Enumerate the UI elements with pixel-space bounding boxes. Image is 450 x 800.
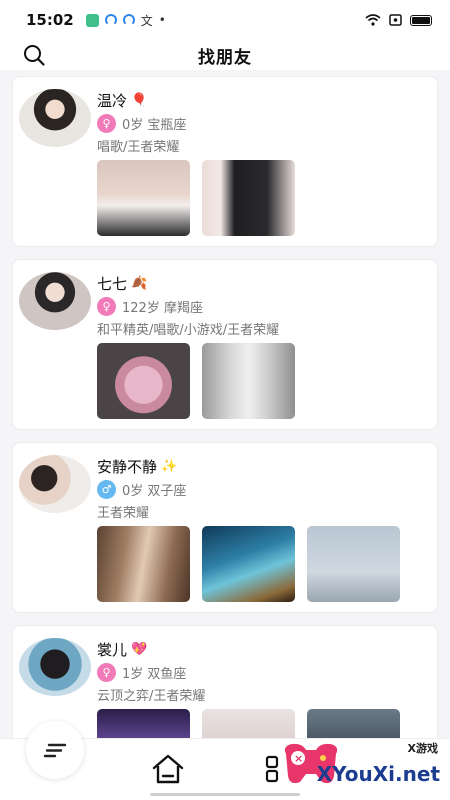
user-name: 温冷 [97, 91, 128, 110]
user-photo[interactable] [307, 526, 400, 602]
translate-icon: 文 [140, 13, 153, 28]
app-screen: 15:02 文 • 找朋友 温冷 🎈 ♀ 0岁 宝瓶座 唱歌/王者荣耀 七七 🍂… [0, 0, 450, 800]
male-icon: ♂ [97, 479, 116, 499]
sync-icon-2 [122, 14, 135, 26]
user-photo[interactable] [202, 526, 295, 602]
user-photo[interactable] [307, 709, 400, 738]
page-title: 找朋友 [198, 47, 252, 68]
svg-text:×: × [294, 752, 303, 765]
user-card[interactable]: 安静不静 ✨ ♂ 0岁 双子座 王者荣耀 [12, 442, 438, 613]
user-photo[interactable] [202, 160, 295, 236]
more-dot-icon: • [158, 13, 166, 27]
balloon-icon: 🎈 [131, 92, 148, 108]
user-photo[interactable] [97, 160, 190, 236]
user-card[interactable]: 温冷 🎈 ♀ 0岁 宝瓶座 唱歌/王者荣耀 [12, 76, 438, 247]
sort-button[interactable] [26, 721, 84, 779]
avatar[interactable] [19, 272, 91, 330]
user-name: 安静不静 [97, 457, 158, 476]
sync-icon [104, 14, 117, 26]
watermark-logo: × X游戏 XYouXi.net [276, 736, 444, 794]
search-icon[interactable] [22, 43, 46, 67]
user-photo[interactable] [97, 709, 190, 738]
home-icon[interactable] [150, 753, 186, 785]
user-photo[interactable] [202, 709, 295, 738]
screen-record-icon [389, 14, 402, 26]
age-zodiac: 122岁 摩羯座 [122, 300, 203, 316]
photo-row [97, 526, 425, 602]
status-time: 15:02 [26, 11, 74, 29]
user-photo[interactable] [97, 343, 190, 419]
interest-tags: 王者荣耀 [97, 506, 150, 521]
age-zodiac: 1岁 双鱼座 [122, 666, 187, 682]
interest-tags: 云顶之弈/王者荣耀 [97, 689, 206, 704]
user-list[interactable]: 温冷 🎈 ♀ 0岁 宝瓶座 唱歌/王者荣耀 七七 🍂 ♀ 122岁 摩羯座 和平… [0, 76, 450, 738]
user-card[interactable]: 七七 🍂 ♀ 122岁 摩羯座 和平精英/唱歌/小游戏/王者荣耀 [12, 259, 438, 430]
photo-row [97, 343, 425, 419]
avatar[interactable] [19, 455, 91, 513]
female-icon: ♀ [97, 662, 116, 682]
user-photo[interactable] [97, 526, 190, 602]
app-notification-icon [85, 13, 99, 27]
top-nav: 找朋友 [0, 40, 450, 70]
watermark-top-text: X游戏 [407, 742, 438, 755]
female-icon: ♀ [97, 113, 116, 133]
user-name: 七七 [97, 274, 128, 293]
photo-row [97, 709, 425, 738]
interest-tags: 唱歌/王者荣耀 [97, 140, 180, 155]
user-name: 裳儿 [97, 640, 128, 659]
heart-icon: 💖 [131, 641, 148, 657]
user-card[interactable]: 裳儿 💖 ♀ 1岁 双鱼座 云顶之弈/王者荣耀 [12, 625, 438, 738]
female-icon: ♀ [97, 296, 116, 316]
system-icons [365, 14, 432, 26]
sort-icon [43, 743, 67, 758]
interest-tags: 和平精英/唱歌/小游戏/王者荣耀 [97, 323, 280, 338]
avatar[interactable] [19, 89, 91, 147]
wifi-icon [365, 14, 381, 26]
photo-row [97, 160, 425, 236]
avatar[interactable] [19, 638, 91, 696]
watermark-text: XYouXi.net [316, 762, 440, 786]
age-zodiac: 0岁 双子座 [122, 483, 187, 499]
age-zodiac: 0岁 宝瓶座 [122, 117, 187, 133]
battery-icon [410, 14, 432, 26]
user-photo[interactable] [202, 343, 295, 419]
notification-icons: 文 • [85, 12, 166, 29]
sparkle-icon: ✨ [161, 458, 178, 474]
leaf-icon: 🍂 [131, 275, 148, 291]
status-bar: 15:02 文 • [0, 0, 450, 40]
